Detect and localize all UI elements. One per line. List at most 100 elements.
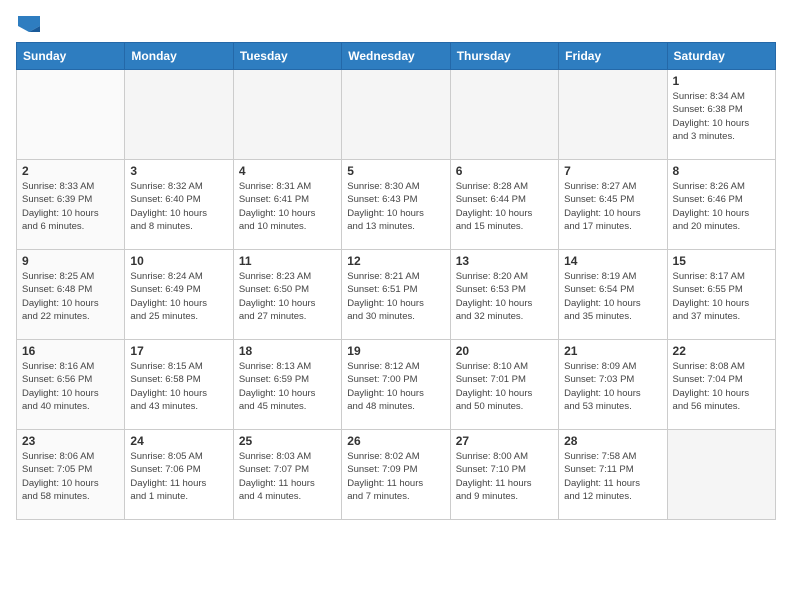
- day-number: 21: [564, 344, 661, 358]
- calendar-body: 1 Sunrise: 8:34 AM Sunset: 6:38 PM Daylig…: [17, 70, 776, 520]
- day-info: Sunrise: 8:31 AM Sunset: 6:41 PM Dayligh…: [239, 180, 336, 233]
- day-number: 24: [130, 434, 227, 448]
- calendar-cell: 2 Sunrise: 8:33 AM Sunset: 6:39 PM Daylig…: [17, 160, 125, 250]
- weekday-header-thursday: Thursday: [450, 43, 558, 70]
- day-number: 19: [347, 344, 444, 358]
- day-info: Sunrise: 8:27 AM Sunset: 6:45 PM Dayligh…: [564, 180, 661, 233]
- calendar-cell: 1 Sunrise: 8:34 AM Sunset: 6:38 PM Daylig…: [667, 70, 775, 160]
- calendar-cell: 25 Sunrise: 8:03 AM Sunset: 7:07 PM Dayli…: [233, 430, 341, 520]
- day-number: 28: [564, 434, 661, 448]
- calendar-cell: 18 Sunrise: 8:13 AM Sunset: 6:59 PM Dayli…: [233, 340, 341, 430]
- calendar-cell: 4 Sunrise: 8:31 AM Sunset: 6:41 PM Daylig…: [233, 160, 341, 250]
- day-number: 5: [347, 164, 444, 178]
- calendar-cell: [233, 70, 341, 160]
- day-number: 3: [130, 164, 227, 178]
- day-number: 1: [673, 74, 770, 88]
- calendar-cell: 19 Sunrise: 8:12 AM Sunset: 7:00 PM Dayli…: [342, 340, 450, 430]
- day-number: 25: [239, 434, 336, 448]
- day-info: Sunrise: 8:24 AM Sunset: 6:49 PM Dayligh…: [130, 270, 227, 323]
- calendar-cell: 26 Sunrise: 8:02 AM Sunset: 7:09 PM Dayli…: [342, 430, 450, 520]
- day-number: 27: [456, 434, 553, 448]
- day-number: 8: [673, 164, 770, 178]
- calendar-cell: [342, 70, 450, 160]
- day-number: 14: [564, 254, 661, 268]
- weekday-header-sunday: Sunday: [17, 43, 125, 70]
- day-info: Sunrise: 8:05 AM Sunset: 7:06 PM Dayligh…: [130, 450, 227, 503]
- day-info: Sunrise: 8:06 AM Sunset: 7:05 PM Dayligh…: [22, 450, 119, 503]
- day-number: 7: [564, 164, 661, 178]
- calendar-cell: 13 Sunrise: 8:20 AM Sunset: 6:53 PM Dayli…: [450, 250, 558, 340]
- day-number: 10: [130, 254, 227, 268]
- calendar-header: SundayMondayTuesdayWednesdayThursdayFrid…: [17, 43, 776, 70]
- calendar-cell: [17, 70, 125, 160]
- day-info: Sunrise: 8:23 AM Sunset: 6:50 PM Dayligh…: [239, 270, 336, 323]
- calendar-cell: 8 Sunrise: 8:26 AM Sunset: 6:46 PM Daylig…: [667, 160, 775, 250]
- day-info: Sunrise: 8:02 AM Sunset: 7:09 PM Dayligh…: [347, 450, 444, 503]
- day-info: Sunrise: 8:15 AM Sunset: 6:58 PM Dayligh…: [130, 360, 227, 413]
- weekday-header-friday: Friday: [559, 43, 667, 70]
- day-info: Sunrise: 8:20 AM Sunset: 6:53 PM Dayligh…: [456, 270, 553, 323]
- day-info: Sunrise: 8:16 AM Sunset: 6:56 PM Dayligh…: [22, 360, 119, 413]
- calendar-cell: 10 Sunrise: 8:24 AM Sunset: 6:49 PM Dayli…: [125, 250, 233, 340]
- calendar-cell: 11Sunrise: 8:23 AM Sunset: 6:50 PM Dayli…: [233, 250, 341, 340]
- day-number: 9: [22, 254, 119, 268]
- day-info: Sunrise: 8:03 AM Sunset: 7:07 PM Dayligh…: [239, 450, 336, 503]
- calendar-table: SundayMondayTuesdayWednesdayThursdayFrid…: [16, 42, 776, 520]
- day-info: Sunrise: 8:09 AM Sunset: 7:03 PM Dayligh…: [564, 360, 661, 413]
- calendar-cell: 28 Sunrise: 7:58 AM Sunset: 7:11 PM Dayli…: [559, 430, 667, 520]
- calendar-cell: 16 Sunrise: 8:16 AM Sunset: 6:56 PM Dayli…: [17, 340, 125, 430]
- day-number: 6: [456, 164, 553, 178]
- day-number: 17: [130, 344, 227, 358]
- day-info: Sunrise: 8:26 AM Sunset: 6:46 PM Dayligh…: [673, 180, 770, 233]
- calendar-cell: 6 Sunrise: 8:28 AM Sunset: 6:44 PM Daylig…: [450, 160, 558, 250]
- page-header: [16, 16, 776, 34]
- day-number: 13: [456, 254, 553, 268]
- day-number: 26: [347, 434, 444, 448]
- calendar-cell: [559, 70, 667, 160]
- calendar-cell: [125, 70, 233, 160]
- calendar-cell: 24 Sunrise: 8:05 AM Sunset: 7:06 PM Dayli…: [125, 430, 233, 520]
- calendar-cell: 21 Sunrise: 8:09 AM Sunset: 7:03 PM Dayli…: [559, 340, 667, 430]
- day-number: 20: [456, 344, 553, 358]
- day-info: Sunrise: 8:12 AM Sunset: 7:00 PM Dayligh…: [347, 360, 444, 413]
- calendar-cell: 27Sunrise: 8:00 AM Sunset: 7:10 PM Dayli…: [450, 430, 558, 520]
- weekday-header-monday: Monday: [125, 43, 233, 70]
- day-number: 4: [239, 164, 336, 178]
- day-number: 22: [673, 344, 770, 358]
- calendar-cell: 17 Sunrise: 8:15 AM Sunset: 6:58 PM Dayli…: [125, 340, 233, 430]
- day-number: 12: [347, 254, 444, 268]
- day-number: 18: [239, 344, 336, 358]
- calendar-week-4: 16 Sunrise: 8:16 AM Sunset: 6:56 PM Dayli…: [17, 340, 776, 430]
- logo-icon: [18, 16, 40, 32]
- weekday-header-saturday: Saturday: [667, 43, 775, 70]
- calendar-week-1: 1 Sunrise: 8:34 AM Sunset: 6:38 PM Daylig…: [17, 70, 776, 160]
- calendar-week-2: 2 Sunrise: 8:33 AM Sunset: 6:39 PM Daylig…: [17, 160, 776, 250]
- day-info: Sunrise: 8:32 AM Sunset: 6:40 PM Dayligh…: [130, 180, 227, 233]
- calendar-cell: 23Sunrise: 8:06 AM Sunset: 7:05 PM Dayli…: [17, 430, 125, 520]
- day-info: Sunrise: 8:21 AM Sunset: 6:51 PM Dayligh…: [347, 270, 444, 323]
- day-info: Sunrise: 8:30 AM Sunset: 6:43 PM Dayligh…: [347, 180, 444, 233]
- day-number: 2: [22, 164, 119, 178]
- calendar-cell: 3 Sunrise: 8:32 AM Sunset: 6:40 PM Daylig…: [125, 160, 233, 250]
- day-info: Sunrise: 8:25 AM Sunset: 6:48 PM Dayligh…: [22, 270, 119, 323]
- calendar-week-3: 9 Sunrise: 8:25 AM Sunset: 6:48 PM Daylig…: [17, 250, 776, 340]
- weekday-header-wednesday: Wednesday: [342, 43, 450, 70]
- calendar-cell: 7 Sunrise: 8:27 AM Sunset: 6:45 PM Daylig…: [559, 160, 667, 250]
- day-info: Sunrise: 8:17 AM Sunset: 6:55 PM Dayligh…: [673, 270, 770, 323]
- calendar-cell: [450, 70, 558, 160]
- day-info: Sunrise: 8:33 AM Sunset: 6:39 PM Dayligh…: [22, 180, 119, 233]
- calendar-cell: 22 Sunrise: 8:08 AM Sunset: 7:04 PM Dayli…: [667, 340, 775, 430]
- logo: [16, 16, 40, 34]
- day-info: Sunrise: 8:19 AM Sunset: 6:54 PM Dayligh…: [564, 270, 661, 323]
- calendar-cell: 12 Sunrise: 8:21 AM Sunset: 6:51 PM Dayli…: [342, 250, 450, 340]
- day-number: 15: [673, 254, 770, 268]
- day-info: Sunrise: 8:13 AM Sunset: 6:59 PM Dayligh…: [239, 360, 336, 413]
- calendar-cell: [667, 430, 775, 520]
- day-number: 16: [22, 344, 119, 358]
- calendar-week-5: 23Sunrise: 8:06 AM Sunset: 7:05 PM Dayli…: [17, 430, 776, 520]
- day-info: Sunrise: 8:08 AM Sunset: 7:04 PM Dayligh…: [673, 360, 770, 413]
- day-info: Sunrise: 7:58 AM Sunset: 7:11 PM Dayligh…: [564, 450, 661, 503]
- calendar-cell: 14 Sunrise: 8:19 AM Sunset: 6:54 PM Dayli…: [559, 250, 667, 340]
- day-info: Sunrise: 8:34 AM Sunset: 6:38 PM Dayligh…: [673, 90, 770, 143]
- day-info: Sunrise: 8:28 AM Sunset: 6:44 PM Dayligh…: [456, 180, 553, 233]
